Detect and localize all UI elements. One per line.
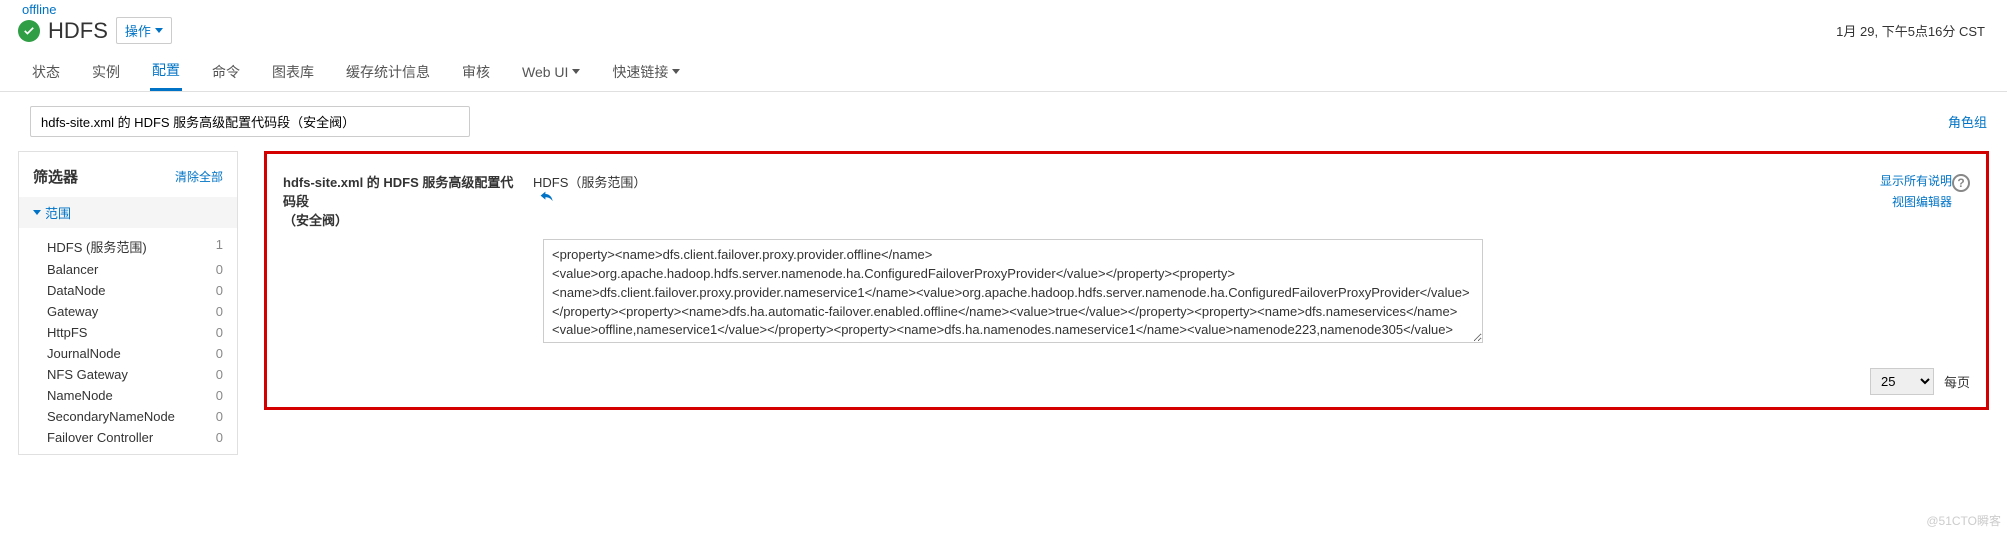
- filter-section-scope[interactable]: 范围: [19, 197, 237, 228]
- filter-item[interactable]: DataNode 0: [19, 280, 237, 301]
- timestamp: 1月 29, 下午5点16分 CST: [1836, 21, 1985, 40]
- chevron-down-icon: [155, 28, 163, 33]
- filter-item-count: 0: [216, 430, 223, 445]
- filter-item-name: JournalNode: [47, 346, 121, 361]
- filter-item[interactable]: NFS Gateway 0: [19, 364, 237, 385]
- page-title: HDFS: [48, 18, 108, 44]
- filter-item[interactable]: HttpFS 0: [19, 322, 237, 343]
- filter-item-count: 0: [216, 304, 223, 319]
- filter-item-name: Failover Controller: [47, 430, 153, 445]
- filter-item-name: Gateway: [47, 304, 98, 319]
- filter-panel: 筛选器 清除全部 范围 HDFS (服务范围) 1 Balancer 0 DataN…: [18, 151, 238, 455]
- filter-section-label: 范围: [45, 203, 71, 222]
- filter-item-count: 0: [216, 283, 223, 298]
- show-all-descriptions-link[interactable]: 显示所有说明: [1880, 172, 1952, 189]
- role-group-link[interactable]: 角色组: [1948, 112, 1987, 131]
- filter-item-count: 0: [216, 325, 223, 340]
- filter-item[interactable]: Balancer 0: [19, 259, 237, 280]
- tab-instances[interactable]: 实例: [90, 50, 122, 91]
- status-ok-icon: [18, 20, 40, 42]
- tab-config[interactable]: 配置: [150, 50, 182, 91]
- filter-title: 筛选器: [33, 166, 78, 187]
- tab-status[interactable]: 状态: [30, 50, 62, 91]
- chevron-down-icon: [33, 210, 41, 215]
- config-property-label: hdfs-site.xml 的 HDFS 服务高级配置代码段 （安全阀）: [283, 172, 533, 229]
- chevron-down-icon: [572, 69, 580, 74]
- config-scope-label: HDFS（服务范围）: [533, 175, 646, 190]
- tab-bar: 状态 实例 配置 命令 图表库 缓存统计信息 审核 Web UI 快速链接: [0, 50, 2007, 92]
- filter-item[interactable]: HDFS (服务范围) 1: [19, 234, 237, 259]
- filter-item-count: 0: [216, 262, 223, 277]
- filter-item-name: Balancer: [47, 262, 98, 277]
- tab-commands[interactable]: 命令: [210, 50, 242, 91]
- filter-item[interactable]: NameNode 0: [19, 385, 237, 406]
- filter-item[interactable]: SecondaryNameNode 0: [19, 406, 237, 427]
- tab-cache-stats[interactable]: 缓存统计信息: [344, 50, 432, 91]
- view-editor-link[interactable]: 视图编辑器: [1892, 193, 1952, 210]
- filter-item-name: NFS Gateway: [47, 367, 128, 382]
- filter-item-count: 1: [216, 237, 223, 256]
- filter-item-name: HDFS (服务范围): [47, 237, 147, 256]
- filter-item-count: 0: [216, 346, 223, 361]
- operations-label: 操作: [125, 21, 151, 40]
- tab-charts[interactable]: 图表库: [270, 50, 316, 91]
- filter-item[interactable]: Failover Controller 0: [19, 427, 237, 448]
- filter-item-count: 0: [216, 367, 223, 382]
- filter-item-name: NameNode: [47, 388, 113, 403]
- tab-webui-label: Web UI: [522, 64, 568, 80]
- config-xml-textarea[interactable]: <property><name>dfs.client.failover.prox…: [543, 239, 1483, 343]
- help-icon[interactable]: ?: [1952, 174, 1970, 192]
- config-search-input[interactable]: [30, 106, 470, 137]
- per-page-label: 每页: [1944, 372, 1970, 391]
- config-detail-panel: hdfs-site.xml 的 HDFS 服务高级配置代码段 （安全阀） HDF…: [264, 151, 1989, 410]
- operations-dropdown[interactable]: 操作: [116, 17, 172, 44]
- filter-item-count: 0: [216, 409, 223, 424]
- filter-item-count: 0: [216, 388, 223, 403]
- filter-item-name: SecondaryNameNode: [47, 409, 175, 424]
- page-size-select[interactable]: 25: [1870, 368, 1934, 395]
- chevron-down-icon: [672, 69, 680, 74]
- filter-item-name: HttpFS: [47, 325, 87, 340]
- tab-audit[interactable]: 审核: [460, 50, 492, 91]
- filter-item[interactable]: JournalNode 0: [19, 343, 237, 364]
- clear-all-link[interactable]: 清除全部: [175, 168, 223, 185]
- breadcrumb-cluster[interactable]: offline: [22, 2, 56, 17]
- filter-item[interactable]: Gateway 0: [19, 301, 237, 322]
- undo-icon[interactable]: [539, 193, 555, 208]
- watermark: @51CTO瞬客: [1926, 512, 2001, 529]
- tab-quicklinks-label: 快速链接: [612, 62, 668, 82]
- tab-webui[interactable]: Web UI: [520, 50, 582, 91]
- filter-item-name: DataNode: [47, 283, 106, 298]
- tab-quicklinks[interactable]: 快速链接: [610, 50, 682, 91]
